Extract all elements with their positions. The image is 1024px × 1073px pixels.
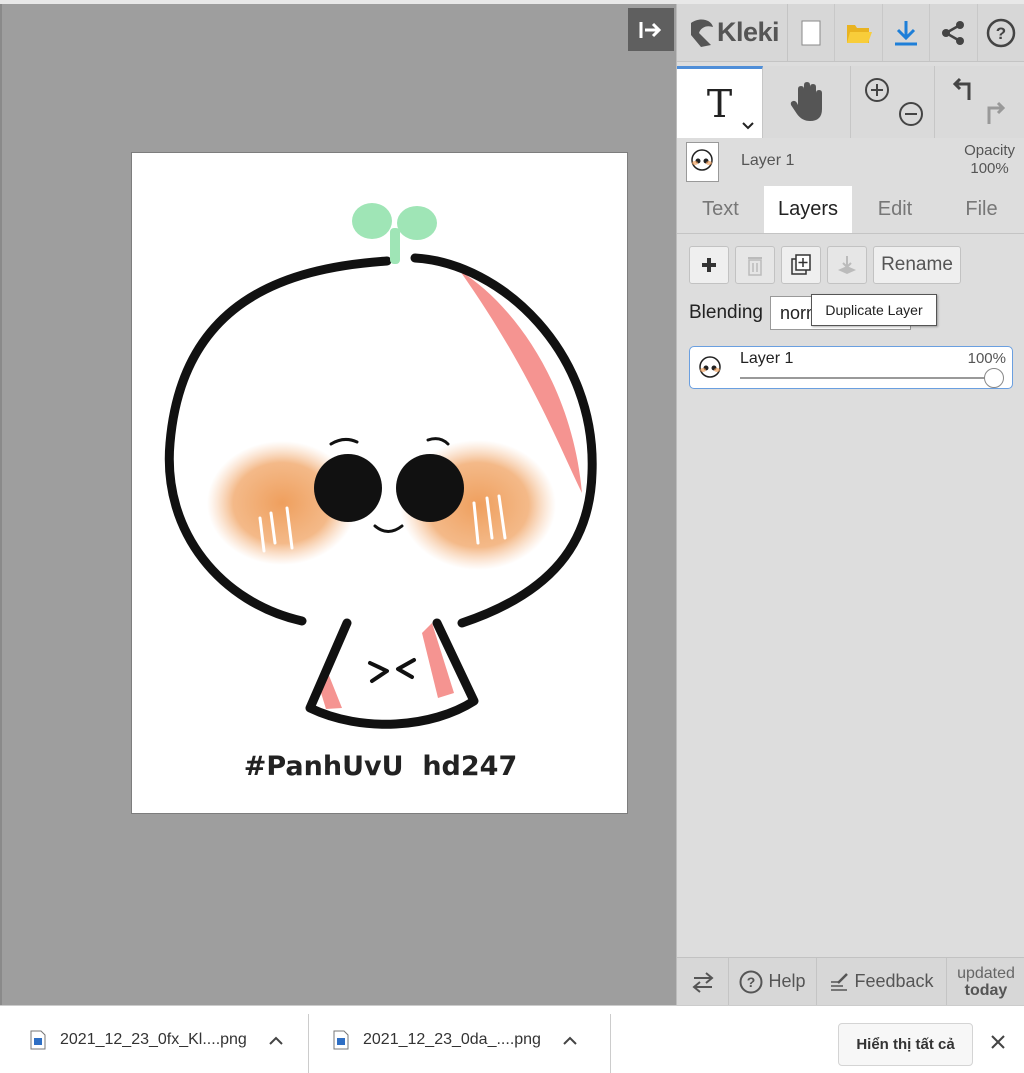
swap-arrows-icon [691, 971, 714, 993]
updated-date: today [964, 981, 1008, 999]
current-layer-name: Layer 1 [741, 152, 795, 169]
drawing-canvas[interactable]: #PanhUvU hd247 [131, 152, 628, 814]
share-icon [942, 20, 965, 45]
zoom-out-icon[interactable] [897, 100, 925, 128]
download-bar: 2021_12_23_0fx_Kl....png 2021_12_23_0da_… [0, 1005, 1024, 1073]
undo-icon[interactable] [949, 76, 975, 102]
chevron-up-icon[interactable] [269, 1036, 283, 1045]
drawing-caption: #PanhUvU hd247 [243, 751, 518, 782]
close-icon[interactable] [990, 1034, 1006, 1050]
hand-tool[interactable] [763, 66, 851, 138]
layer-item-name: Layer 1 [740, 350, 794, 367]
chevron-up-icon[interactable] [563, 1036, 577, 1045]
tab-file[interactable]: File [938, 186, 1024, 233]
opacity-display: Opacity 100% [964, 142, 1015, 178]
opacity-value: 100% [970, 160, 1009, 177]
hand-icon [790, 82, 822, 121]
add-layer-button[interactable] [689, 246, 729, 284]
updated-label: updated [957, 964, 1015, 982]
kleki-logo-icon [691, 19, 713, 47]
tab-layers[interactable]: Layers [764, 186, 852, 233]
layer-opacity-slider-handle[interactable] [984, 368, 1004, 388]
duplicate-layer-tooltip: Duplicate Layer [811, 294, 937, 326]
swap-side-button[interactable] [677, 958, 729, 1005]
zoom-tools [851, 66, 935, 138]
show-all-downloads-button[interactable]: Hiển thị tất cả [838, 1023, 973, 1066]
zoom-in-icon[interactable] [863, 76, 891, 104]
open-file-button[interactable] [835, 4, 883, 61]
tab-text[interactable]: Text [677, 186, 764, 233]
new-image-button[interactable] [788, 4, 836, 61]
help-icon: ? [987, 18, 1016, 47]
text-tool[interactable]: T [677, 66, 763, 138]
undo-redo-tools [935, 66, 1024, 138]
download-divider [308, 1014, 309, 1073]
delete-layer-button[interactable] [735, 246, 775, 284]
download-divider [610, 1014, 611, 1073]
save-download-button[interactable] [883, 4, 931, 61]
redo-icon[interactable] [983, 100, 1009, 126]
kleki-logo[interactable]: Kleki [677, 4, 789, 61]
layer-item-thumbnail [694, 351, 726, 384]
feedback-label: Feedback [854, 971, 934, 991]
text-tool-icon: T [706, 81, 733, 126]
layer-toolbar: Rename [689, 246, 961, 284]
merge-down-icon [838, 256, 856, 274]
question-circle-icon: ? [739, 970, 763, 993]
download-item[interactable]: 2021_12_23_0da_....png [333, 1006, 577, 1073]
download-file-name: 2021_12_23_0fx_Kl....png [60, 1031, 247, 1048]
panel-tabs: Text Layers Edit File [677, 186, 1024, 234]
chevron-down-icon[interactable] [742, 122, 754, 130]
download-item[interactable]: 2021_12_23_0fx_Kl....png [30, 1006, 283, 1073]
help-button[interactable]: ? [978, 4, 1024, 61]
layer-thumbnail [686, 142, 719, 182]
duplicate-layer-button[interactable] [781, 246, 821, 284]
feedback-link[interactable]: Feedback [817, 958, 947, 1005]
duplicate-icon [791, 254, 811, 275]
collapse-arrow-icon [639, 21, 662, 38]
plus-icon [702, 258, 716, 272]
help-label: Help [768, 971, 806, 991]
collapse-panel-button[interactable] [628, 8, 674, 51]
feedback-pencil-icon [831, 972, 849, 991]
share-button[interactable] [930, 4, 978, 61]
merge-layer-button[interactable] [827, 246, 867, 284]
new-document-icon [801, 20, 821, 45]
current-layer-info: Layer 1 Opacity 100% [677, 138, 1024, 186]
svg-text:?: ? [996, 24, 1006, 43]
canvas-area[interactable]: #PanhUvU hd247 [0, 4, 676, 1005]
help-link[interactable]: ? Help [729, 958, 817, 1005]
svg-text:?: ? [747, 974, 756, 990]
blending-label: Blending [689, 302, 763, 323]
image-file-icon [333, 1030, 349, 1050]
layer-item-opacity: 100% [967, 350, 1006, 367]
drawing-illustration [164, 203, 597, 729]
app-logo-text: Kleki [717, 17, 780, 47]
open-folder-icon [846, 24, 872, 43]
image-file-icon [30, 1030, 46, 1050]
opacity-label: Opacity [964, 142, 1015, 159]
layer-list-item[interactable]: Layer 1 100% [689, 346, 1013, 389]
tool-row: T [677, 66, 1024, 138]
top-toolbar: Kleki ? [677, 4, 1024, 62]
download-icon [895, 20, 918, 45]
side-panel: Kleki ? T Layer 1 Opacity 100% Text Laye… [676, 4, 1024, 1005]
rename-layer-button[interactable]: Rename [873, 246, 961, 284]
panel-bottom-bar: ? Help Feedback updated today [677, 957, 1024, 1005]
changelog-link[interactable]: updated today [947, 958, 1024, 1005]
layer-opacity-slider-track[interactable] [740, 377, 996, 379]
trash-icon [748, 257, 762, 276]
download-file-name: 2021_12_23_0da_....png [363, 1031, 541, 1048]
tab-edit[interactable]: Edit [852, 186, 938, 233]
